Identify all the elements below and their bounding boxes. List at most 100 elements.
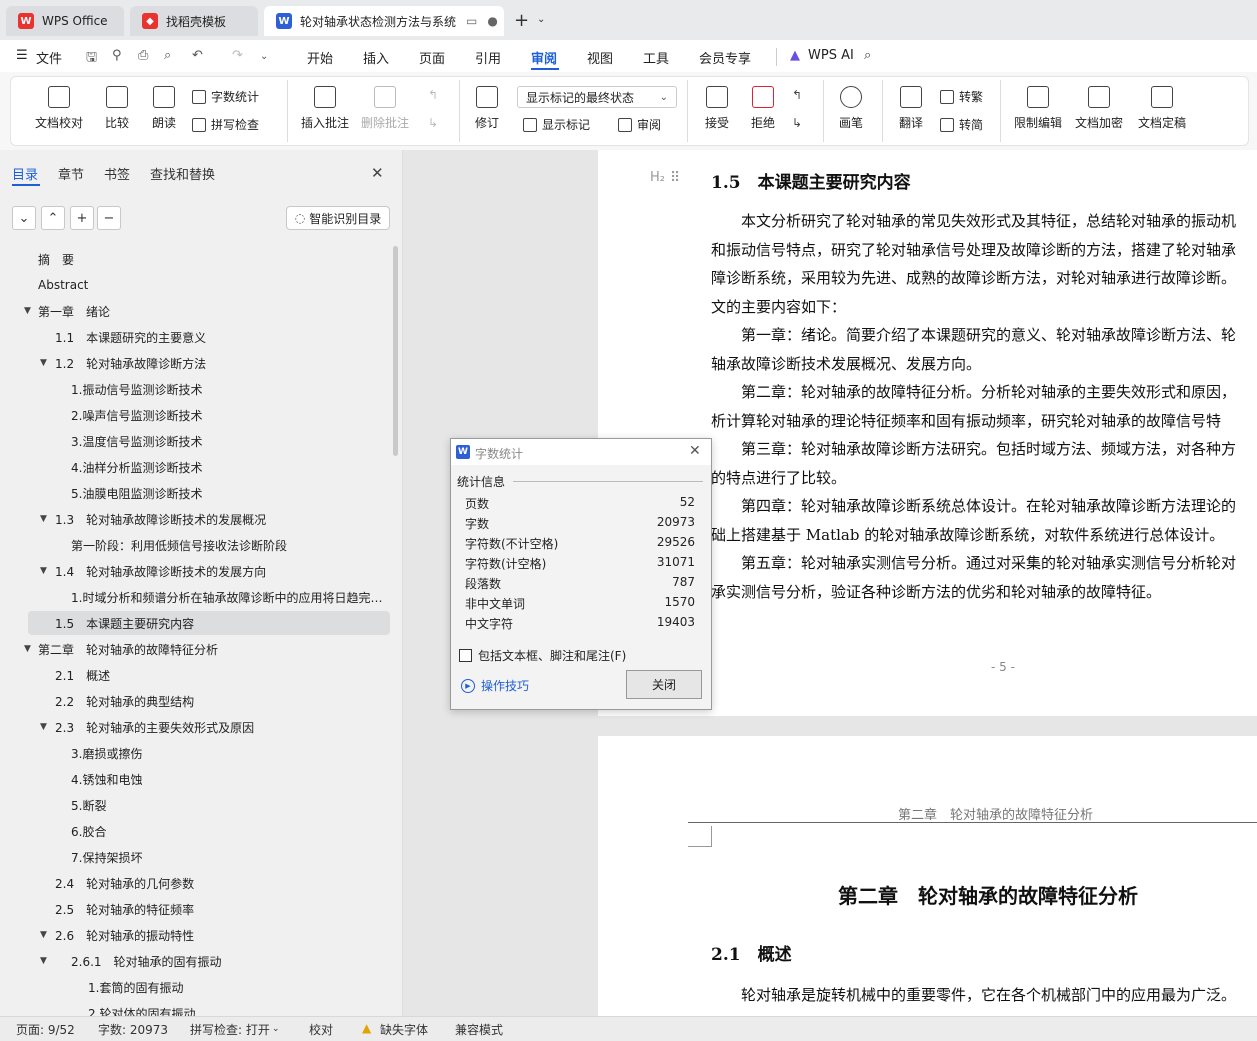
to-traditional-button[interactable]: 转繁 [940, 88, 983, 105]
drag-handle-icon[interactable]: ⠿ [670, 170, 680, 186]
expand-arrow-icon[interactable]: ▼ [24, 644, 31, 654]
save-icon[interactable]: 🖫 [86, 48, 97, 70]
show-markup-button[interactable]: 显示标记 [523, 116, 590, 133]
toc-item[interactable]: 2.1 概述 [0, 662, 390, 688]
finalize-button[interactable]: 文档定稿 [1132, 86, 1192, 131]
toc-item[interactable]: ▼ 第一章 绪论 [0, 298, 390, 324]
revise-button[interactable]: 修订 [468, 86, 506, 131]
chevron-down-icon[interactable]: ⌄ [272, 1024, 280, 1034]
toc-item[interactable]: 4.锈蚀和电蚀 [0, 766, 390, 792]
toc-item[interactable]: 3.温度信号监测诊断技术 [0, 428, 390, 454]
undo-icon[interactable]: ↶ [192, 48, 203, 63]
compare-button[interactable]: 比较 [96, 86, 138, 131]
chevron-down-icon[interactable]: ⌄ [537, 14, 545, 25]
print-icon[interactable]: ⎙ [138, 48, 148, 63]
tab-template[interactable]: ◆ 找稻壳模板 [130, 6, 258, 36]
remove-heading-button[interactable]: − [97, 206, 121, 230]
menu-view[interactable]: 视图 [587, 48, 613, 67]
menu-insert[interactable]: 插入 [363, 48, 389, 67]
status-word-count[interactable]: 字数: 20973 [98, 1021, 168, 1038]
expand-arrow-icon[interactable]: ▼ [40, 930, 47, 940]
display-state-select[interactable]: 显示标记的最终状态 ⌄ [517, 86, 677, 108]
menu-page[interactable]: 页面 [419, 48, 445, 67]
spell-check-button[interactable]: 拼写检查 [192, 116, 259, 133]
quick-access-chevron-icon[interactable]: ⌄ [260, 51, 268, 62]
toc-item[interactable]: 2.4 轮对轴承的几何参数 [0, 870, 390, 896]
word-count-button[interactable]: 字数统计 [192, 88, 259, 105]
toc-item[interactable]: 1.1 本课题研究的主要意义 [0, 324, 390, 350]
toc-item[interactable]: Abstract [0, 272, 390, 298]
tab-wps-office[interactable]: W WPS Office [6, 6, 124, 36]
toc-item[interactable]: ▼ 1.3 轮对轴承故障诊断技术的发展概况 [0, 506, 390, 532]
expand-arrow-icon[interactable]: ▼ [24, 306, 31, 316]
doc-check-button[interactable]: 文档校对 [28, 86, 90, 131]
restrict-edit-button[interactable]: 限制编辑 [1010, 86, 1066, 131]
expand-arrow-icon[interactable]: ▼ [40, 358, 47, 368]
toc-item[interactable]: 2.5 轮对轴承的特征频率 [0, 896, 390, 922]
tips-link[interactable]: ▶ 操作技巧 [461, 677, 529, 694]
expand-arrow-icon[interactable]: ▼ [40, 566, 47, 576]
dialog-close-icon[interactable]: ✕ [689, 443, 701, 459]
toc-item[interactable]: ▼ 1.2 轮对轴承故障诊断方法 [0, 350, 390, 376]
menu-tools[interactable]: 工具 [643, 48, 669, 67]
dialog-close-button[interactable]: 关闭 [626, 670, 702, 699]
toc-item[interactable]: 1.5 本课题主要研究内容 [0, 610, 390, 636]
nav-tab-bookmark[interactable]: 书签 [104, 164, 130, 183]
tab-document[interactable]: W 轮对轴承状态检测方法与系统 ▭ ● [264, 6, 504, 36]
menu-start[interactable]: 开始 [307, 48, 333, 67]
prev-change-icon[interactable]: ↰ [792, 88, 802, 102]
prev-comment-icon[interactable]: ↰ [428, 88, 438, 102]
status-missing-font[interactable]: 缺失字体 [380, 1021, 428, 1038]
nav-tab-find-replace[interactable]: 查找和替换 [150, 164, 215, 183]
expand-arrow-icon[interactable]: ▼ [40, 722, 47, 732]
toc-item[interactable]: 2.2 轮对轴承的典型结构 [0, 688, 390, 714]
page-6[interactable]: 第二章 轮对轴承的故障特征分析 第二章 轮对轴承的故障特征分析 2.1 概述 轮… [598, 736, 1257, 1016]
menu-member[interactable]: 会员专享 [699, 48, 751, 67]
include-textbox-checkbox[interactable]: 包括文本框、脚注和尾注(F) [459, 647, 626, 664]
delete-comment-button[interactable]: 删除批注 [358, 86, 412, 131]
to-simplified-button[interactable]: 转简 [940, 116, 983, 133]
expand-arrow-icon[interactable]: ▼ [40, 956, 47, 966]
toc-item[interactable]: ▼ 1.4 轮对轴承故障诊断技术的发展方向 [0, 558, 390, 584]
review-pane-button[interactable]: 审阅 [618, 116, 661, 133]
accept-button[interactable]: 接受 [698, 86, 736, 131]
toc-item[interactable]: ▼ 第二章 轮对轴承的故障特征分析 [0, 636, 390, 662]
toc-item[interactable]: 1.振动信号监测诊断技术 [0, 376, 390, 402]
toc-item[interactable]: 1.套筒的固有振动 [0, 974, 390, 1000]
status-spell-check[interactable]: 拼写检查: 打开 [190, 1021, 270, 1038]
expand-arrow-icon[interactable]: ▼ [40, 514, 47, 524]
toc-item[interactable]: 4.油样分析监测诊断技术 [0, 454, 390, 480]
insert-comment-button[interactable]: 插入批注 [298, 86, 352, 131]
menu-review[interactable]: 审阅 [531, 48, 557, 67]
toc-item[interactable]: ▼ 2.6 轮对轴承的振动特性 [0, 922, 390, 948]
toc-item[interactable]: 5.断裂 [0, 792, 390, 818]
next-comment-icon[interactable]: ↳ [428, 116, 438, 130]
menu-reference[interactable]: 引用 [475, 48, 501, 67]
read-aloud-button[interactable]: 朗读 [146, 86, 182, 131]
pen-button[interactable]: 画笔 [834, 86, 868, 131]
print-preview-icon[interactable]: ⌕ [164, 48, 171, 63]
toc-item[interactable]: 7.保持架损坏 [0, 844, 390, 870]
toc-item[interactable]: 1.时域分析和频谱分析在轴承故障诊断中的应用将日趋完… [0, 584, 390, 610]
toc-item[interactable]: 3.磨损或擦伤 [0, 740, 390, 766]
toc-scrollbar[interactable] [393, 246, 398, 456]
monitor-icon[interactable]: ▭ [466, 14, 477, 28]
new-tab-icon[interactable]: + [514, 10, 529, 31]
smart-toc-button[interactable]: ◌ 智能识别目录 [286, 206, 390, 230]
status-proof[interactable]: 校对 [309, 1021, 333, 1038]
expand-button[interactable]: ⌃ [41, 206, 65, 230]
toc-item[interactable]: 摘 要 [0, 246, 390, 272]
toc-item[interactable]: 5.油膜电阻监测诊断技术 [0, 480, 390, 506]
search-icon[interactable]: ⌕ [864, 48, 871, 63]
nav-tab-toc[interactable]: 目录 [12, 164, 38, 183]
menu-wps-ai[interactable]: WPS AI [808, 48, 854, 63]
encrypt-button[interactable]: 文档加密 [1072, 86, 1126, 131]
redo-icon[interactable]: ↷ [232, 48, 243, 63]
share-icon[interactable]: ⚲ [112, 48, 122, 63]
next-change-icon[interactable]: ↳ [792, 116, 802, 130]
toc-item[interactable]: 第一阶段：利用低频信号接收法诊断阶段 [0, 532, 390, 558]
toc-item[interactable]: 6.胶合 [0, 818, 390, 844]
reject-button[interactable]: 拒绝 [744, 86, 782, 131]
translate-button[interactable]: 翻译 [892, 86, 930, 131]
collapse-button[interactable]: ⌄ [12, 206, 36, 230]
